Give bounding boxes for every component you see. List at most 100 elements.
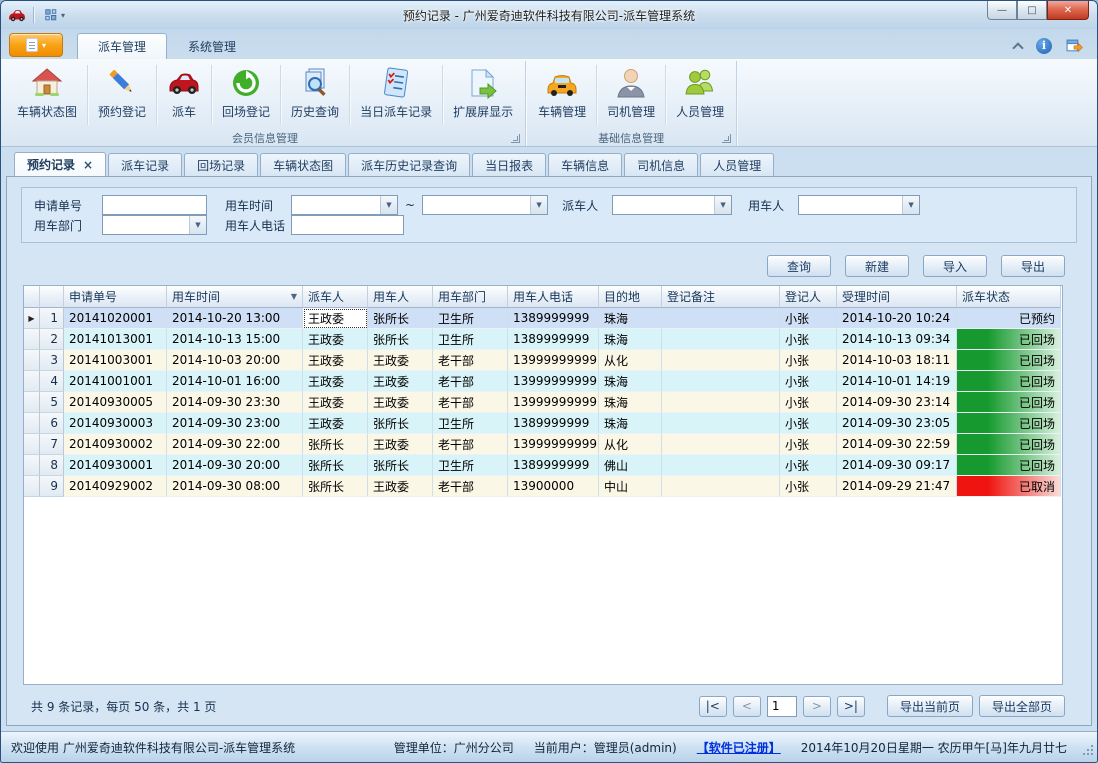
cell-dispatcher[interactable]: 王政委 (303, 371, 368, 392)
cell-accepted[interactable]: 2014-10-13 09:34 (837, 329, 957, 350)
cell-status[interactable]: 已回场 (957, 392, 1061, 413)
collapse-ribbon-icon[interactable] (1013, 41, 1022, 50)
cell-registrar[interactable]: 小张 (780, 413, 837, 434)
cell-accepted[interactable]: 2014-09-30 22:59 (837, 434, 957, 455)
column-header-phone[interactable]: 用车人电话 (508, 286, 599, 308)
logoff-icon[interactable] (1066, 37, 1083, 54)
maximize-button[interactable]: □ (1017, 1, 1047, 20)
cell-user[interactable]: 张所长 (368, 308, 433, 329)
row-indicator-cell[interactable] (24, 455, 40, 476)
cell-order[interactable]: 20140930005 (64, 392, 167, 413)
cell-accepted[interactable]: 2014-10-03 18:11 (837, 350, 957, 371)
cell-dept[interactable]: 老干部 (433, 434, 508, 455)
cell-note[interactable] (662, 308, 780, 329)
prev-page-button[interactable]: < (733, 696, 761, 717)
ribbon-button-red-car[interactable]: 派车 (157, 61, 211, 129)
cell-registrar[interactable]: 小张 (780, 350, 837, 371)
cell-accepted[interactable]: 2014-09-29 21:47 (837, 476, 957, 497)
row-indicator-cell[interactable] (24, 329, 40, 350)
table-row-7[interactable]: 7201409300022014-09-30 22:00张所长王政委老干部139… (24, 434, 1062, 455)
doc-tab-4[interactable]: 车辆状态图 (260, 153, 346, 176)
cell-accepted[interactable]: 2014-10-01 14:19 (837, 371, 957, 392)
order-no-input[interactable] (102, 195, 207, 215)
cell-order[interactable]: 20141013001 (64, 329, 167, 350)
cell-user[interactable]: 王政委 (368, 434, 433, 455)
ribbon-button-pencil[interactable]: 预约登记 (88, 61, 156, 129)
ribbon-button-house[interactable]: 车辆状态图 (7, 61, 87, 129)
doc-tab-8[interactable]: 司机信息 (624, 153, 698, 176)
export-button[interactable]: 导出 (1001, 255, 1065, 277)
cell-dest[interactable]: 珠海 (599, 371, 662, 392)
cell-registrar[interactable]: 小张 (780, 455, 837, 476)
cell-note[interactable] (662, 350, 780, 371)
cell-phone[interactable]: 13999999999 (508, 371, 599, 392)
column-header-order[interactable]: 申请单号 (64, 286, 167, 308)
row-indicator-cell[interactable] (24, 350, 40, 371)
row-indicator-cell[interactable] (24, 371, 40, 392)
cell-accepted[interactable]: 2014-09-30 09:17 (837, 455, 957, 476)
next-page-button[interactable]: > (803, 696, 831, 717)
cell-dest[interactable]: 珠海 (599, 392, 662, 413)
row-number-cell[interactable]: 2 (40, 329, 64, 350)
cell-time[interactable]: 2014-10-03 20:00 (167, 350, 303, 371)
row-number-cell[interactable]: 3 (40, 350, 64, 371)
cell-order[interactable]: 20141001001 (64, 371, 167, 392)
table-row-4[interactable]: 4201410010012014-10-01 16:00王政委王政委老干部139… (24, 371, 1062, 392)
cell-dest[interactable]: 珠海 (599, 413, 662, 434)
cell-user[interactable]: 王政委 (368, 371, 433, 392)
cell-dispatcher[interactable]: 张所长 (303, 434, 368, 455)
cell-dest[interactable]: 中山 (599, 476, 662, 497)
cell-dispatcher[interactable]: 王政委 (303, 392, 368, 413)
use-time-to-combo[interactable]: ▼ (422, 195, 548, 215)
row-number-cell[interactable]: 6 (40, 413, 64, 434)
cell-status[interactable]: 已回场 (957, 350, 1061, 371)
ribbon-button-extend-screen[interactable]: 扩展屏显示 (443, 61, 523, 129)
user-phone-input[interactable] (291, 215, 404, 235)
column-header-note[interactable]: 登记备注 (662, 286, 780, 308)
column-header-status[interactable]: 派车状态 (957, 286, 1061, 308)
cell-time[interactable]: 2014-10-13 15:00 (167, 329, 303, 350)
cell-order[interactable]: 20141020001 (64, 308, 167, 329)
close-button[interactable]: ✕ (1047, 1, 1089, 20)
row-number-cell[interactable]: 5 (40, 392, 64, 413)
cell-registrar[interactable]: 小张 (780, 329, 837, 350)
cell-time[interactable]: 2014-09-30 08:00 (167, 476, 303, 497)
cell-dept[interactable]: 老干部 (433, 392, 508, 413)
cell-registrar[interactable]: 小张 (780, 434, 837, 455)
cell-time[interactable]: 2014-09-30 20:00 (167, 455, 303, 476)
cell-note[interactable] (662, 329, 780, 350)
cell-note[interactable] (662, 371, 780, 392)
cell-dept[interactable]: 卫生所 (433, 413, 508, 434)
column-header-registrar[interactable]: 登记人 (780, 286, 837, 308)
cell-user[interactable]: 王政委 (368, 392, 433, 413)
doc-tab-9[interactable]: 人员管理 (700, 153, 774, 176)
doc-tab-1[interactable]: 预约记录× (14, 152, 106, 176)
export-all-pages-button[interactable]: 导出全部页 (979, 695, 1065, 717)
cell-accepted[interactable]: 2014-10-20 10:24 (837, 308, 957, 329)
cell-registrar[interactable]: 小张 (780, 308, 837, 329)
cell-note[interactable] (662, 455, 780, 476)
cell-phone[interactable]: 1389999999 (508, 329, 599, 350)
row-number-cell[interactable]: 9 (40, 476, 64, 497)
cell-phone[interactable]: 13999999999 (508, 392, 599, 413)
cell-dest[interactable]: 从化 (599, 350, 662, 371)
ribbon-tab-dispatch[interactable]: 派车管理 (77, 33, 167, 59)
cell-dest[interactable]: 珠海 (599, 308, 662, 329)
cell-order[interactable]: 20140929002 (64, 476, 167, 497)
minimize-button[interactable]: — (987, 1, 1017, 20)
ribbon-button-checklist[interactable]: 当日派车记录 (350, 61, 442, 129)
ribbon-button-taxi[interactable]: 车辆管理 (528, 61, 596, 129)
column-header-accepted[interactable]: 受理时间 (837, 286, 957, 308)
cell-phone[interactable]: 13900000 (508, 476, 599, 497)
cell-dept[interactable]: 老干部 (433, 350, 508, 371)
cell-time[interactable]: 2014-10-01 16:00 (167, 371, 303, 392)
doc-tab-7[interactable]: 车辆信息 (548, 153, 622, 176)
info-icon[interactable]: i (1036, 38, 1052, 54)
dialog-launcher-icon[interactable] (722, 134, 731, 143)
cell-phone[interactable]: 1389999999 (508, 455, 599, 476)
first-page-button[interactable]: |< (699, 696, 727, 717)
create-button[interactable]: 新建 (845, 255, 909, 277)
cell-dept[interactable]: 卫生所 (433, 329, 508, 350)
table-row-6[interactable]: 6201409300032014-09-30 23:00王政委张所长卫生所138… (24, 413, 1062, 434)
dialog-launcher-icon[interactable] (511, 134, 520, 143)
